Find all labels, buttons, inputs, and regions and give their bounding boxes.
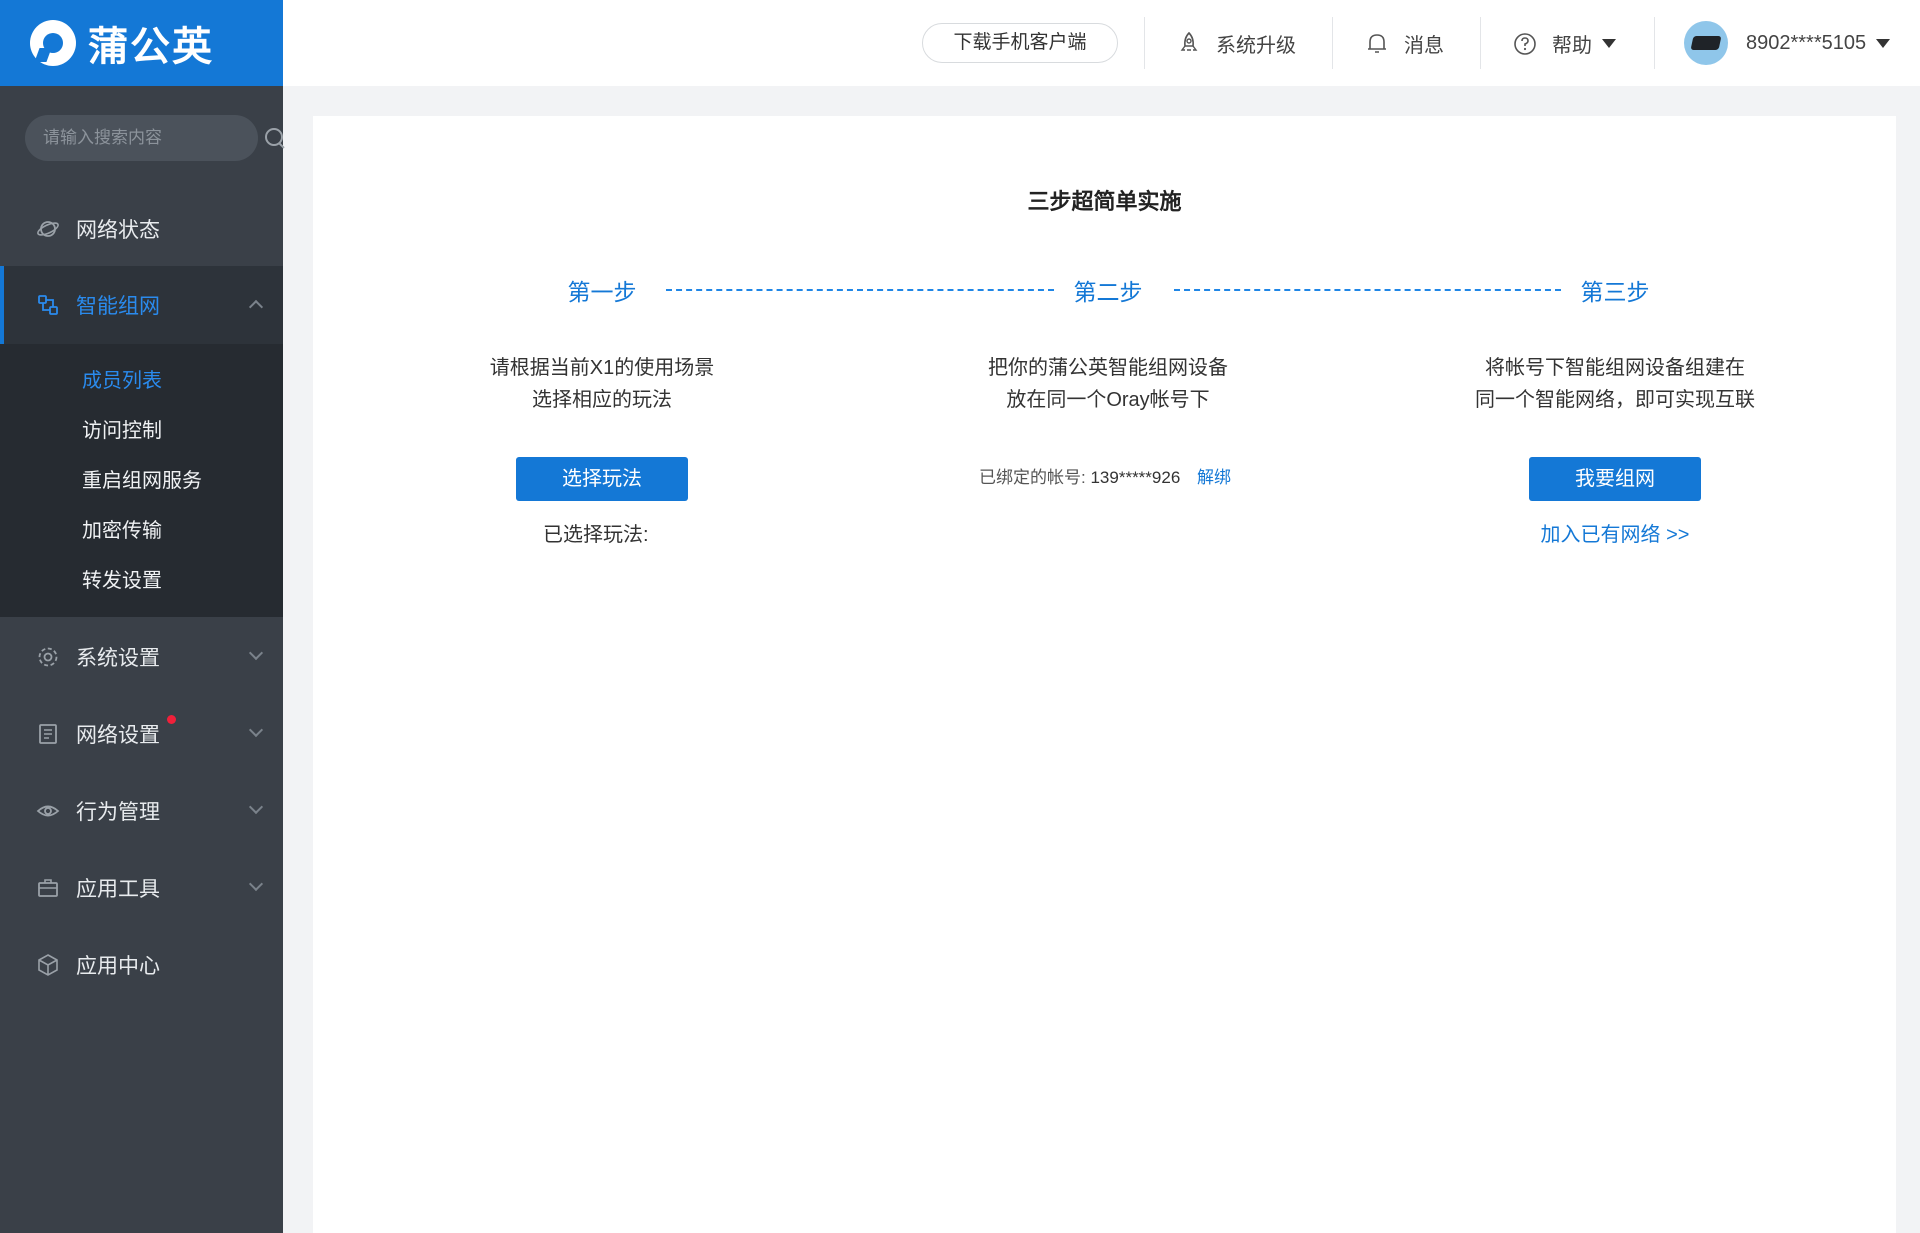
- sidebar: 蒲公英 网络状态 智能组网 成员列表 访问控制 重启组网服务 加密传输 转发设置: [0, 0, 283, 1233]
- document-icon: [36, 722, 60, 746]
- top-header: 下载手机客户端 系统升级 消息 帮助 8902****5105: [283, 0, 1920, 86]
- sidebar-item-network-settings[interactable]: 网络设置: [0, 695, 283, 773]
- chevron-up-icon: [248, 299, 264, 315]
- step-3-desc-line-1: 将帐号下智能组网设备组建在: [1485, 357, 1745, 379]
- logo-icon: [30, 20, 76, 66]
- account-id: 8902****5105: [1746, 31, 1867, 54]
- submenu: 成员列表 访问控制 重启组网服务 加密传输 转发设置: [0, 344, 283, 617]
- caret-down-icon: [1602, 38, 1616, 48]
- sidebar-item-label: 网络状态: [76, 219, 160, 242]
- step-1-desc-line-2: 选择相应的玩法: [532, 389, 672, 411]
- avatar: [1684, 21, 1728, 65]
- sidebar-item-label: 行为管理: [76, 801, 160, 824]
- sidebar-item-label: 系统设置: [76, 647, 160, 670]
- step-1-label: 第一步: [567, 279, 637, 305]
- choose-mode-button[interactable]: 选择玩法: [516, 457, 688, 501]
- step-1-description: 请根据当前X1的使用场景 选择相应的玩法: [422, 352, 782, 416]
- bell-icon: [1364, 30, 1390, 56]
- sidebar-item-system-settings[interactable]: 系统设置: [0, 618, 283, 696]
- sidebar-item-network-status[interactable]: 网络状态: [0, 190, 283, 268]
- step-3-desc-line-2: 同一个智能网络，即可实现互联: [1475, 389, 1755, 411]
- selected-mode-label: 已选择玩法:: [543, 524, 649, 546]
- bound-account-value: 139*****926: [1090, 468, 1181, 487]
- submenu-item-encryption[interactable]: 加密传输: [0, 506, 283, 556]
- system-upgrade-button[interactable]: 系统升级: [1176, 28, 1296, 58]
- rocket-icon: [1176, 30, 1202, 56]
- search-box: [25, 115, 283, 161]
- gear-icon: [36, 645, 60, 669]
- step-2-desc-line-1: 把你的蒲公英智能组网设备: [988, 357, 1228, 379]
- download-app-button[interactable]: 下载手机客户端: [922, 23, 1118, 63]
- header-divider: [1332, 17, 1333, 69]
- chevron-down-icon: [248, 876, 264, 892]
- notification-dot: [167, 715, 176, 724]
- step-connector: [1174, 289, 1561, 291]
- help-icon: [1512, 30, 1538, 56]
- submenu-item-restart-service[interactable]: 重启组网服务: [0, 456, 283, 506]
- submenu-item-members[interactable]: 成员列表: [0, 356, 283, 406]
- step-2-label: 第二步: [1073, 279, 1143, 305]
- step-2-desc-line-2: 放在同一个Oray帐号下: [1006, 389, 1210, 411]
- step-2-description: 把你的蒲公英智能组网设备 放在同一个Oray帐号下: [928, 352, 1288, 416]
- sidebar-item-label: 智能组网: [76, 295, 160, 318]
- planet-icon: [36, 217, 60, 241]
- sidebar-item-label: 网络设置: [76, 724, 160, 747]
- step-connector: [666, 289, 1054, 291]
- step-3-description: 将帐号下智能组网设备组建在 同一个智能网络，即可实现互联: [1435, 352, 1795, 416]
- create-network-button[interactable]: 我要组网: [1529, 457, 1701, 501]
- submenu-item-access-control[interactable]: 访问控制: [0, 406, 283, 456]
- briefcase-icon: [36, 876, 60, 900]
- brand-name: 蒲公英: [88, 25, 214, 69]
- account-dropdown[interactable]: 8902****5105: [1684, 21, 1891, 65]
- header-divider: [1144, 17, 1145, 69]
- sidebar-item-app-tools[interactable]: 应用工具: [0, 849, 283, 927]
- sidebar-item-label: 应用中心: [76, 955, 160, 978]
- help-dropdown[interactable]: 帮助: [1512, 28, 1616, 58]
- page-title: 三步超简单实施: [1027, 189, 1182, 214]
- sidebar-item-app-center[interactable]: 应用中心: [0, 926, 283, 1004]
- step-3-label: 第三步: [1580, 279, 1650, 305]
- sidebar-item-label: 应用工具: [76, 878, 160, 901]
- unbind-link[interactable]: 解绑: [1197, 468, 1231, 487]
- join-network-link[interactable]: 加入已有网络 >>: [1485, 518, 1745, 547]
- submenu-item-forwarding[interactable]: 转发设置: [0, 556, 283, 606]
- chevron-down-icon: [248, 722, 264, 738]
- chevron-down-icon: [248, 645, 264, 661]
- header-divider: [1654, 17, 1655, 69]
- sidebar-item-smart-network[interactable]: 智能组网: [0, 266, 283, 344]
- network-icon: [36, 293, 60, 317]
- step-1-desc-line-1: 请根据当前X1的使用场景: [489, 357, 715, 379]
- search-input[interactable]: [43, 128, 264, 148]
- bound-account-label: 已绑定的帐号:: [979, 468, 1086, 487]
- logo[interactable]: 蒲公英: [0, 0, 283, 86]
- chevron-down-icon: [248, 799, 264, 815]
- bound-account: 已绑定的帐号: 139*****926 解绑: [979, 463, 1231, 488]
- help-label: 帮助: [1552, 34, 1592, 57]
- header-divider: [1480, 17, 1481, 69]
- sidebar-item-behavior-management[interactable]: 行为管理: [0, 772, 283, 850]
- cube-icon: [36, 953, 60, 977]
- system-upgrade-label: 系统升级: [1216, 34, 1296, 57]
- main-card: 三步超简单实施 第一步 第二步 第三步 请根据当前X1的使用场景 选择相应的玩法…: [313, 116, 1896, 1233]
- caret-down-icon: [1876, 38, 1891, 48]
- eye-icon: [36, 799, 60, 823]
- messages-button[interactable]: 消息: [1364, 28, 1444, 58]
- messages-label: 消息: [1404, 34, 1444, 57]
